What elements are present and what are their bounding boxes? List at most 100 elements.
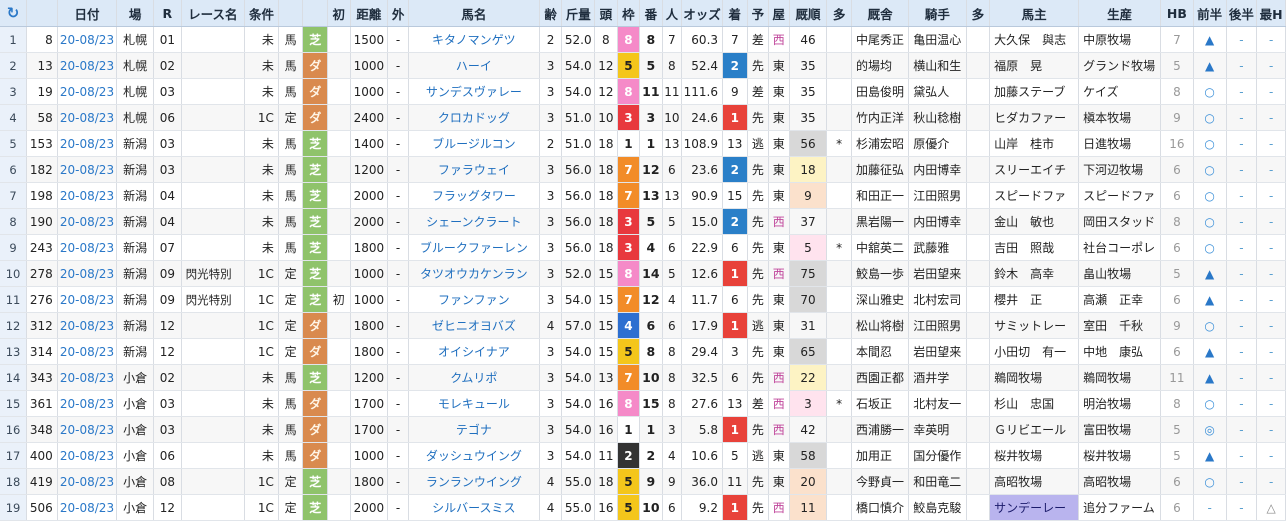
col-header-course[interactable] bbox=[302, 0, 328, 27]
table-row[interactable]: 10 278 20-08/23 新潟 09 閃光特別 1C 定芝 1000- タツオウカケンラン 3… bbox=[0, 260, 1286, 287]
date-cell[interactable]: 20-08/23 bbox=[57, 338, 118, 365]
date-cell[interactable]: 20-08/23 bbox=[57, 286, 118, 313]
table-row[interactable]: 1 8 20-08/23 札幌 01 未馬芝 1500- キタノマンゲツ 2 52.0 8 8 8 7 60… bbox=[0, 26, 1286, 53]
rownum-cell[interactable]: 14 bbox=[0, 364, 28, 391]
col-header-hb[interactable]: HB bbox=[1160, 0, 1194, 27]
rownum-cell[interactable]: 9 bbox=[0, 234, 28, 261]
table-row[interactable]: 17 400 20-08/23 小倉 06 未馬ダ 1000- ダッシュウイング 3 54.0 11… bbox=[0, 442, 1286, 469]
horse-name-cell[interactable]: クロカドッグ bbox=[408, 104, 540, 131]
rownum-cell[interactable]: 18 bbox=[0, 468, 28, 495]
col-header-gate[interactable]: 枠 bbox=[617, 0, 641, 27]
horse-name-cell[interactable]: シェーンクラート bbox=[408, 208, 540, 235]
horse-name-cell[interactable]: ファラウェイ bbox=[408, 156, 540, 183]
date-cell[interactable]: 20-08/23 bbox=[57, 260, 118, 287]
horse-name-cell[interactable]: ファンファン bbox=[408, 286, 540, 313]
col-header-second-half[interactable]: 後半 bbox=[1226, 0, 1258, 27]
col-header-style[interactable]: 予 bbox=[747, 0, 770, 27]
col-header-stable-side[interactable]: 屋 bbox=[768, 0, 790, 27]
col-header-trainer[interactable]: 厩舎 bbox=[851, 0, 910, 27]
col-header-popularity[interactable]: 人 bbox=[662, 0, 683, 27]
date-cell[interactable]: 20-08/23 bbox=[57, 442, 118, 469]
horse-name-cell[interactable]: ハーイ bbox=[408, 52, 540, 79]
date-cell[interactable]: 20-08/23 bbox=[57, 182, 118, 209]
rownum-cell[interactable]: 5 bbox=[0, 130, 28, 157]
rownum-cell[interactable]: 4 bbox=[0, 104, 28, 131]
rownum-cell[interactable]: 8 bbox=[0, 208, 28, 235]
rownum-cell[interactable]: 19 bbox=[0, 494, 28, 521]
date-cell[interactable]: 20-08/23 bbox=[57, 104, 118, 131]
col-header-sex[interactable] bbox=[278, 0, 304, 27]
rownum-cell[interactable]: 16 bbox=[0, 416, 28, 443]
col-header-weight[interactable]: 斤量 bbox=[561, 0, 596, 27]
date-cell[interactable]: 20-08/23 bbox=[57, 390, 118, 417]
date-cell[interactable]: 20-08/23 bbox=[57, 312, 118, 339]
col-header-number[interactable]: 番 bbox=[639, 0, 663, 27]
table-row[interactable]: 7 198 20-08/23 新潟 04 未馬芝 2000- フラッグタワー 3 56.0 18 7 1… bbox=[0, 182, 1286, 209]
col-header-race-name[interactable]: レース名 bbox=[181, 0, 246, 27]
horse-name-cell[interactable]: ダッシュウイング bbox=[408, 442, 540, 469]
col-header-race-number[interactable]: R bbox=[153, 0, 182, 27]
table-row[interactable]: 11 276 20-08/23 新潟 09 閃光特別 1C 定芝初 1000- ファンファン 3 54… bbox=[0, 286, 1286, 313]
horse-name-cell[interactable]: ランランウイング bbox=[408, 468, 540, 495]
table-row[interactable]: 8 190 20-08/23 新潟 04 未馬芝 2000- シェーンクラート 3 56.0 18 3… bbox=[0, 208, 1286, 235]
refresh-icon[interactable]: ↻ bbox=[0, 0, 28, 27]
horse-name-cell[interactable]: ブルージルコン bbox=[408, 130, 540, 157]
table-row[interactable]: 12 312 20-08/23 新潟 12 1C 定ダ 1800- ゼヒニオヨバズ 4 57.0 15… bbox=[0, 312, 1286, 339]
rownum-cell[interactable]: 13 bbox=[0, 338, 28, 365]
date-cell[interactable]: 20-08/23 bbox=[57, 208, 118, 235]
table-row[interactable]: 16 348 20-08/23 小倉 03 未馬ダ 1700- テゴナ 3 54.0 16 1 1 3 5.… bbox=[0, 416, 1286, 443]
col-header-outer[interactable]: 外 bbox=[387, 0, 409, 27]
col-header-stable-rank[interactable]: 厩順 bbox=[789, 0, 828, 27]
col-header-condition[interactable]: 条件 bbox=[244, 0, 279, 27]
rownum-cell[interactable]: 15 bbox=[0, 390, 28, 417]
col-header-odds[interactable]: オッズ bbox=[681, 0, 724, 27]
col-header-venue[interactable]: 場 bbox=[116, 0, 155, 27]
col-header-date[interactable]: 日付 bbox=[57, 0, 118, 27]
horse-name-cell[interactable]: ゼヒニオヨバズ bbox=[408, 312, 540, 339]
date-cell[interactable]: 20-08/23 bbox=[57, 26, 118, 53]
col-header-owner[interactable]: 馬主 bbox=[989, 0, 1080, 27]
date-cell[interactable]: 20-08/23 bbox=[57, 416, 118, 443]
horse-name-cell[interactable]: モレキュール bbox=[408, 390, 540, 417]
horse-name-cell[interactable]: サンデスヴァレー bbox=[408, 78, 540, 105]
date-cell[interactable]: 20-08/23 bbox=[57, 78, 118, 105]
rownum-cell[interactable]: 12 bbox=[0, 312, 28, 339]
col-header-distance[interactable]: 距離 bbox=[350, 0, 389, 27]
table-row[interactable]: 13 314 20-08/23 新潟 12 1C 定ダ 1800- オイシイナア 3 54.0 15 5… bbox=[0, 338, 1286, 365]
horse-name-cell[interactable]: フラッグタワー bbox=[408, 182, 540, 209]
horse-name-cell[interactable]: ブルークファーレン bbox=[408, 234, 540, 261]
col-header-breeder[interactable]: 生産 bbox=[1078, 0, 1162, 27]
col-header-field-size[interactable]: 頭 bbox=[594, 0, 618, 27]
col-header-first-half[interactable]: 前半 bbox=[1193, 0, 1227, 27]
rownum-cell[interactable]: 7 bbox=[0, 182, 28, 209]
col-header-first[interactable]: 初 bbox=[327, 0, 351, 27]
table-row[interactable]: 3 19 20-08/23 札幌 03 未馬ダ 1000- サンデスヴァレー 3 54.0 12 8 1… bbox=[0, 78, 1286, 105]
date-cell[interactable]: 20-08/23 bbox=[57, 234, 118, 261]
table-row[interactable]: 5 153 20-08/23 新潟 03 未馬芝 1400- ブルージルコン 2 51.0 18 1 1… bbox=[0, 130, 1286, 157]
date-cell[interactable]: 20-08/23 bbox=[57, 364, 118, 391]
date-cell[interactable]: 20-08/23 bbox=[57, 494, 118, 521]
date-cell[interactable]: 20-08/23 bbox=[57, 52, 118, 79]
table-row[interactable]: 18 419 20-08/23 小倉 08 1C 定芝 1800- ランランウイング 4 55.0 1… bbox=[0, 468, 1286, 495]
horse-name-cell[interactable]: クムリポ bbox=[408, 364, 540, 391]
horse-name-cell[interactable]: シルバースミス bbox=[408, 494, 540, 521]
col-header-id[interactable] bbox=[26, 0, 58, 27]
date-cell[interactable]: 20-08/23 bbox=[57, 468, 118, 495]
col-header-multi-2[interactable]: 多 bbox=[966, 0, 991, 27]
rownum-cell[interactable]: 11 bbox=[0, 286, 28, 313]
col-header-jockey[interactable]: 騎手 bbox=[908, 0, 967, 27]
col-header-multi[interactable]: 多 bbox=[826, 0, 852, 27]
col-header-age[interactable]: 齢 bbox=[539, 0, 563, 27]
horse-name-cell[interactable]: キタノマンゲツ bbox=[408, 26, 540, 53]
rownum-cell[interactable]: 2 bbox=[0, 52, 28, 79]
date-cell[interactable]: 20-08/23 bbox=[57, 130, 118, 157]
table-row[interactable]: 15 361 20-08/23 小倉 03 未馬ダ 1700- モレキュール 3 54.0 16 8 1… bbox=[0, 390, 1286, 417]
rownum-cell[interactable]: 17 bbox=[0, 442, 28, 469]
col-header-best-h[interactable]: 最H bbox=[1256, 0, 1286, 27]
horse-name-cell[interactable]: オイシイナア bbox=[408, 338, 540, 365]
table-row[interactable]: 19 506 20-08/23 小倉 12 1C 定芝 2000- シルバースミス 4 55.0 16… bbox=[0, 494, 1286, 521]
horse-name-cell[interactable]: テゴナ bbox=[408, 416, 540, 443]
table-row[interactable]: 14 343 20-08/23 小倉 02 未馬芝 1200- クムリポ 3 54.0 13 7 10 8… bbox=[0, 364, 1286, 391]
table-row[interactable]: 2 13 20-08/23 札幌 02 未馬ダ 1000- ハーイ 3 54.0 12 5 5 8 52.4… bbox=[0, 52, 1286, 79]
rownum-cell[interactable]: 6 bbox=[0, 156, 28, 183]
